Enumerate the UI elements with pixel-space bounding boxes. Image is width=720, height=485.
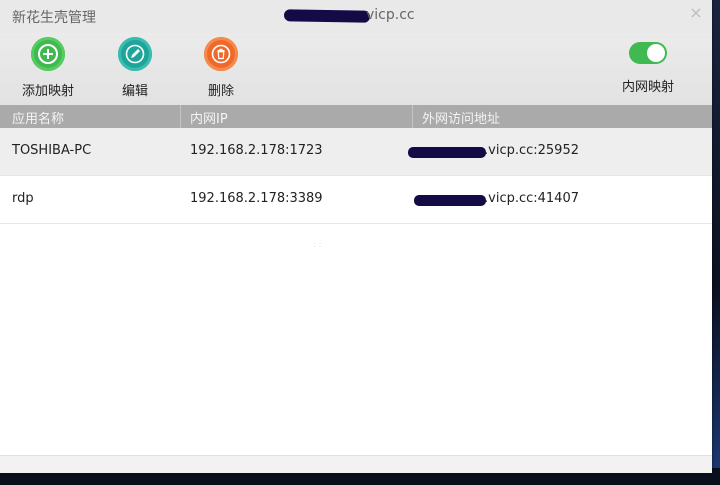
column-header-internal-ip[interactable]: 内网IP bbox=[190, 108, 228, 127]
window-title-domain: vicp.cc bbox=[366, 7, 415, 23]
cell-app-name: rdp bbox=[12, 191, 34, 206]
intranet-mapping-toggle[interactable]: 内网映射 bbox=[622, 37, 674, 95]
table-row[interactable]: TOSHIBA-PC 192.168.2.178:1723 .vicp.cc:2… bbox=[0, 128, 712, 176]
redaction-mark bbox=[283, 9, 371, 23]
intranet-mapping-label: 内网映射 bbox=[622, 80, 675, 95]
table-row[interactable]: rdp 192.168.2.178:3389 .vicp.cc:41407 bbox=[0, 176, 712, 224]
toolbar: 添加映射 编辑 删除 内网映射 bbox=[0, 33, 712, 105]
close-icon[interactable]: × bbox=[688, 5, 704, 21]
column-header-app-name[interactable]: 应用名称 bbox=[12, 108, 64, 127]
delete-label: 删除 bbox=[207, 84, 234, 99]
window-title: 新花生壳管理 bbox=[12, 10, 96, 26]
delete-button[interactable]: 删除 bbox=[204, 37, 238, 99]
column-divider bbox=[180, 105, 181, 128]
column-divider bbox=[412, 105, 413, 128]
titlebar: 新花生壳管理 vicp.cc × bbox=[0, 0, 712, 33]
column-header-external-address[interactable]: 外网访问地址 bbox=[422, 108, 500, 127]
resize-grip: :: bbox=[313, 240, 325, 249]
cell-internal-ip: 192.168.2.178:3389 bbox=[190, 191, 323, 206]
redaction-mark bbox=[408, 147, 486, 158]
edit-label: 编辑 bbox=[121, 84, 148, 99]
toggle-knob bbox=[647, 44, 665, 62]
add-mapping-label: 添加映射 bbox=[22, 84, 75, 99]
app-window: 新花生壳管理 vicp.cc × 添加映射 编辑 删除 内网映射 应用名称 内网… bbox=[0, 0, 712, 473]
cell-external-address: .vicp.cc:41407 bbox=[484, 191, 579, 206]
plus-icon bbox=[31, 37, 65, 71]
cell-app-name: TOSHIBA-PC bbox=[12, 143, 92, 158]
status-bar bbox=[0, 455, 712, 473]
pencil-icon bbox=[118, 37, 152, 71]
table-header: 应用名称 内网IP 外网访问地址 bbox=[0, 105, 712, 128]
redaction-mark bbox=[414, 195, 486, 206]
cell-internal-ip: 192.168.2.178:1723 bbox=[190, 143, 323, 158]
trash-icon bbox=[204, 37, 238, 71]
toggle-switch[interactable] bbox=[629, 42, 667, 64]
add-mapping-button[interactable]: 添加映射 bbox=[22, 37, 74, 99]
cell-external-address: .vicp.cc:25952 bbox=[484, 143, 579, 158]
edit-button[interactable]: 编辑 bbox=[118, 37, 152, 99]
